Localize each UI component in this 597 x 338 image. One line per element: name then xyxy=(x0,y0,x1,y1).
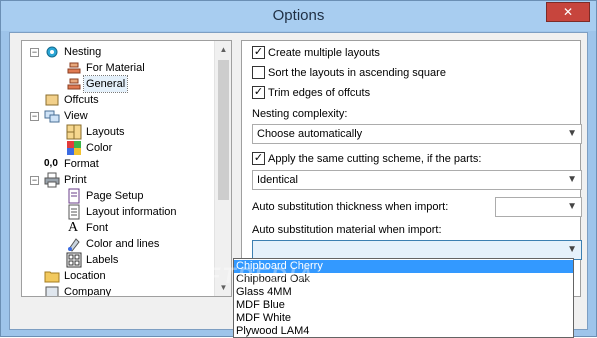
labels-icon xyxy=(66,252,82,268)
select-value: Choose automatically xyxy=(257,128,363,140)
trim-edges-checkbox[interactable]: ✓ xyxy=(252,86,265,99)
tree-item-color[interactable]: Color xyxy=(27,140,207,156)
close-button[interactable]: ✕ xyxy=(546,2,590,22)
tree-item-for-material[interactable]: For Material xyxy=(27,60,207,76)
document-icon xyxy=(68,204,80,220)
tree-item-label: Layout information xyxy=(86,206,177,218)
collapse-toggle-icon[interactable]: − xyxy=(30,48,39,57)
tree-item-label: Offcuts xyxy=(64,94,99,106)
gear-icon xyxy=(46,46,58,58)
collapse-toggle-icon[interactable]: − xyxy=(30,112,39,121)
tree-item-label: Page Setup xyxy=(86,190,144,202)
checkbox-label: Apply the same cutting scheme, if the pa… xyxy=(268,153,482,165)
chevron-down-icon: ▼ xyxy=(567,174,577,185)
tree-item-layouts[interactable]: Layouts xyxy=(27,124,207,140)
tree-item-print[interactable]: − Print xyxy=(27,172,207,188)
scroll-up-icon[interactable]: ▲ xyxy=(215,41,231,58)
material-icon xyxy=(67,78,81,90)
tree-item-label: Nesting xyxy=(64,46,102,58)
watermark: SOFTPEDIA xyxy=(171,263,315,288)
auto-material-select[interactable]: ▼ xyxy=(252,240,582,260)
same-cutting-scheme-select[interactable]: Identical ▼ xyxy=(252,170,582,190)
paint-icon xyxy=(68,238,80,252)
same-cutting-scheme-checkbox[interactable]: ✓ xyxy=(252,152,265,165)
tree-item-label: Labels xyxy=(86,254,119,266)
auto-material-label: Auto substitution material when import: xyxy=(252,224,442,236)
folder-icon xyxy=(44,271,60,283)
tree-item-nesting[interactable]: − Nesting xyxy=(27,44,207,60)
scrollbar-thumb[interactable] xyxy=(218,60,229,200)
tree-item-offcuts[interactable]: Offcuts xyxy=(27,92,207,108)
tree-item-color-and-lines[interactable]: Color and lines xyxy=(27,236,207,252)
nesting-complexity-select[interactable]: Choose automatically ▼ xyxy=(252,124,582,144)
printer-icon xyxy=(44,172,60,188)
color-icon xyxy=(67,141,81,155)
collapse-toggle-icon[interactable]: − xyxy=(30,176,39,185)
settings-tree[interactable]: − Nesting For Material General Offcuts −… xyxy=(21,40,232,297)
tree-item-label: Location xyxy=(64,270,106,282)
font-icon: A xyxy=(68,220,79,235)
company-icon xyxy=(45,286,59,296)
chevron-down-icon: ▼ xyxy=(567,128,577,139)
tree-item-font[interactable]: A Font xyxy=(27,220,207,236)
checkbox-label: Sort the layouts in ascending square xyxy=(268,67,446,79)
tree-item-view[interactable]: − View xyxy=(27,108,207,124)
create-multiple-layouts-checkbox[interactable]: ✓ xyxy=(252,46,265,59)
page-icon xyxy=(68,188,80,204)
checkbox-label: Create multiple layouts xyxy=(268,47,380,59)
sort-layouts-checkbox[interactable] xyxy=(252,66,265,79)
tree-item-general[interactable]: General xyxy=(27,75,207,93)
tree-item-page-setup[interactable]: Page Setup xyxy=(27,188,207,204)
tree-item-label: Layouts xyxy=(86,126,125,138)
tree-scrollbar[interactable]: ▲ ▼ xyxy=(214,41,231,296)
dropdown-option[interactable]: MDF Blue xyxy=(234,299,573,312)
tree-item-layout-information[interactable]: Layout information xyxy=(27,204,207,220)
auto-thickness-label: Auto substitution thickness when import: xyxy=(252,201,449,213)
material-icon xyxy=(67,62,81,74)
window-title: Options xyxy=(272,7,325,24)
select-value: Identical xyxy=(257,174,298,186)
tree-item-label: Format xyxy=(64,158,99,170)
tree-item-format[interactable]: 0,0 Format xyxy=(27,156,207,172)
format-icon: 0,0 xyxy=(44,158,58,169)
auto-thickness-select[interactable]: ▼ xyxy=(495,197,582,217)
dropdown-option[interactable]: MDF White xyxy=(234,312,573,325)
nesting-complexity-label: Nesting complexity: xyxy=(252,108,348,120)
tree-item-label: Font xyxy=(86,222,109,234)
chevron-down-icon: ▼ xyxy=(567,244,577,255)
view-icon xyxy=(44,110,60,123)
options-window: Options ✕ − Nesting For Material General… xyxy=(0,0,597,338)
tree-item-label: Color xyxy=(86,142,113,154)
chevron-down-icon: ▼ xyxy=(567,201,577,212)
title-bar[interactable]: Options ✕ xyxy=(1,1,596,31)
offcuts-icon xyxy=(45,94,59,106)
tree-item-label: Print xyxy=(64,174,87,186)
tree-item-label: Color and lines xyxy=(86,238,160,250)
tree-item-label: Company xyxy=(64,286,112,297)
tree-item-label: For Material xyxy=(86,62,145,74)
checkbox-label: Trim edges of offcuts xyxy=(268,87,371,99)
tree-item-label: View xyxy=(64,110,88,122)
tree-item-label: General xyxy=(82,75,129,93)
dropdown-option[interactable]: Plywood LAM4 xyxy=(234,325,573,338)
layouts-icon xyxy=(66,124,82,140)
